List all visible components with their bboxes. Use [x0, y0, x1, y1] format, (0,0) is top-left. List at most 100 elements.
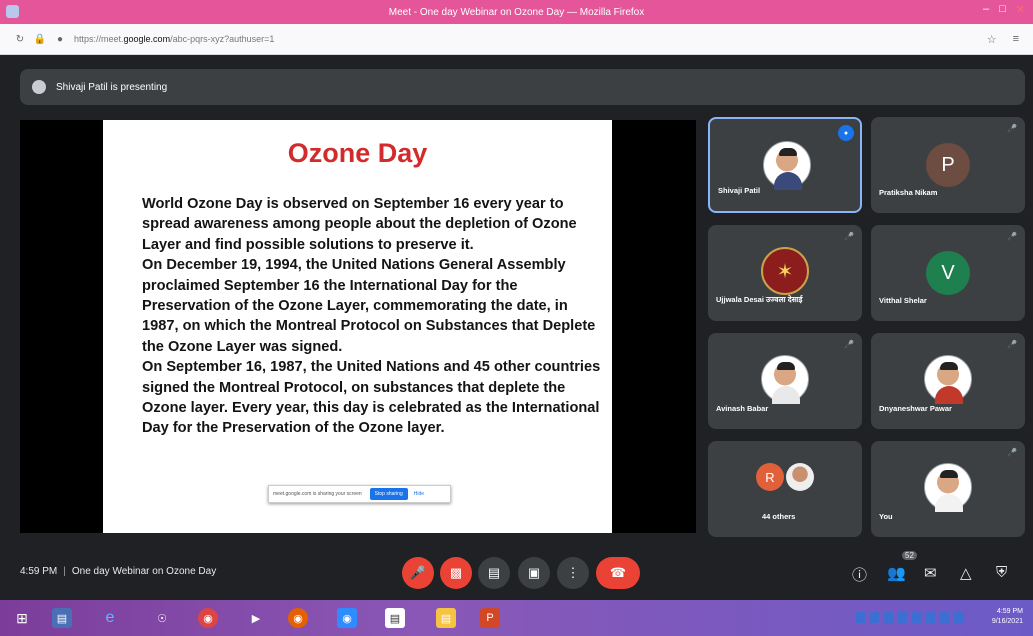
participant-avatar: V: [926, 251, 970, 295]
meeting-info: 4:59 PM | One day Webinar on Ozone Day: [20, 566, 217, 577]
chat-icon[interactable]: ✉: [924, 564, 937, 582]
clock-time: 4:59 PM: [996, 608, 1023, 615]
document-icon[interactable]: ▤: [385, 608, 405, 628]
participant-name: Avinash Babar: [716, 404, 769, 413]
media-player-icon[interactable]: ▶: [246, 608, 266, 628]
lock-icon[interactable]: 🔒: [34, 33, 46, 45]
file-explorer-icon[interactable]: ▤: [436, 608, 456, 628]
participant-tile[interactable]: 🎤 ✶ Ujjwala Desai उज्वला देसाई: [708, 225, 862, 321]
participant-emblem: ✶: [761, 247, 809, 295]
meeting-time: 4:59 PM: [20, 566, 58, 577]
minimize-icon[interactable]: –: [983, 3, 989, 16]
participant-avatar: R: [756, 463, 784, 491]
mic-muted-icon: 🎤: [1007, 124, 1017, 133]
participant-tile[interactable]: R 44 others: [708, 441, 862, 537]
stop-sharing-button[interactable]: Stop sharing: [369, 488, 408, 500]
toast-text: meet.google.com is sharing your screen: [273, 491, 362, 497]
captions-button[interactable]: ▤: [478, 557, 510, 589]
url-field[interactable]: https://meet.google.com/abc-pqrs-xyz?aut…: [74, 34, 274, 44]
meeting-control-bar: 4:59 PM | One day Webinar on Ozone Day 🎤 ▩…: [0, 545, 1033, 600]
meeting-details-icon[interactable]: ⓘ: [852, 564, 867, 585]
more-options-button[interactable]: ⋮: [557, 557, 589, 589]
participant-count-badge: 52: [902, 551, 917, 560]
camera-toggle-button[interactable]: ▩: [440, 557, 472, 589]
task-view-icon[interactable]: ▤: [52, 608, 72, 628]
tray-app-icon[interactable]: [954, 612, 963, 623]
tray-app-icon[interactable]: [912, 612, 921, 623]
participant-tile[interactable]: 🎤 P Pratiksha Nikam: [871, 117, 1025, 213]
firefox-logo-icon: [6, 5, 19, 18]
hide-toast-button[interactable]: Hide: [414, 491, 424, 497]
participant-name: Ujjwala Desai उज्वला देसाई: [716, 295, 803, 304]
present-button[interactable]: ▣: [518, 557, 550, 589]
powerpoint-icon[interactable]: P: [480, 608, 500, 628]
participant-photo: [761, 355, 809, 404]
presenter-avatar: [32, 80, 46, 94]
participant-tile[interactable]: 🎤 Dnyaneshwar Pawar: [871, 333, 1025, 429]
people-icon[interactable]: 👥: [887, 564, 906, 582]
participant-name: Shivaji Patil: [718, 186, 761, 195]
participant-tile[interactable]: ● Shivaji Patil: [708, 117, 862, 213]
bookmark-star-icon[interactable]: ☆: [987, 33, 997, 46]
meeting-title: One day Webinar on Ozone Day: [71, 566, 217, 577]
host-controls-icon[interactable]: ⛨: [996, 564, 1007, 581]
firefox-icon[interactable]: ◉: [288, 608, 308, 628]
tray-app-icon[interactable]: [870, 612, 879, 623]
zoom-icon[interactable]: ◉: [337, 608, 357, 628]
system-tray: [856, 612, 963, 623]
url-domain: google.com: [123, 34, 171, 44]
camera-off-icon: ▩: [449, 565, 463, 580]
chrome-icon[interactable]: ◉: [198, 608, 218, 628]
tray-app-icon[interactable]: [856, 612, 865, 623]
maximize-icon[interactable]: □: [999, 3, 1006, 16]
tray-app-icon[interactable]: [884, 612, 893, 623]
taskbar-clock[interactable]: 4:59 PM 9/16/2021: [992, 607, 1023, 627]
present-screen-icon: ▣: [527, 565, 541, 580]
url-path: /abc-pqrs-xyz?authuser=1: [170, 34, 275, 44]
tray-app-icon[interactable]: [940, 612, 949, 623]
slide-paragraph: World Ozone Day is observed on September…: [142, 196, 577, 253]
participant-name: Vitthal Shelar: [879, 296, 927, 305]
presenting-text: Shivaji Patil is presenting: [56, 81, 168, 93]
hamburger-menu-icon[interactable]: ≡: [1013, 33, 1019, 46]
presentation-stage: Ozone Day World Ozone Day is observed on…: [20, 120, 696, 533]
speaking-indicator-icon: ●: [838, 125, 854, 141]
screen-share-toast: meet.google.com is sharing your screen S…: [268, 485, 451, 503]
participant-tile[interactable]: 🎤 Avinash Babar: [708, 333, 862, 429]
activities-icon[interactable]: △: [960, 564, 972, 582]
mic-toggle-button[interactable]: 🎤: [402, 557, 434, 589]
meet-window: Shivaji Patil is presenting Ozone Day Wo…: [0, 55, 1033, 600]
participant-photo: [786, 463, 814, 491]
participant-avatar: P: [926, 143, 970, 187]
mic-muted-icon: 🎤: [1007, 340, 1017, 349]
reload-icon[interactable]: ↻: [14, 33, 26, 45]
edge-browser-icon[interactable]: e: [100, 608, 120, 628]
participant-photo: [924, 355, 972, 404]
search-icon[interactable]: ☉: [152, 608, 172, 628]
participant-photo: [924, 463, 972, 512]
mic-muted-icon: 🎤: [844, 232, 854, 241]
windows-taskbar: ⊞ ▤ e ☉ ◉ ▶ ◉ ◉ ▤ ▤ P 4:59 PM 9/16/2021: [0, 600, 1033, 636]
participant-tile[interactable]: 🎤 V Vitthal Shelar: [871, 225, 1025, 321]
tray-app-icon[interactable]: [898, 612, 907, 623]
captions-icon: ▤: [487, 565, 501, 580]
mic-muted-icon: 🎤: [1007, 448, 1017, 457]
hang-up-icon: ☎: [609, 565, 627, 580]
close-window-icon[interactable]: ✕: [1016, 3, 1025, 16]
tray-app-icon[interactable]: [926, 612, 935, 623]
mic-muted-icon: 🎤: [844, 340, 854, 349]
participant-tile[interactable]: 🎤 You: [871, 441, 1025, 537]
mic-off-icon: 🎤: [409, 565, 427, 580]
presenting-banner: Shivaji Patil is presenting: [20, 69, 1025, 105]
participant-name: Pratiksha Nikam: [879, 188, 938, 197]
leave-call-button[interactable]: ☎: [596, 557, 640, 589]
camera-permission-icon[interactable]: ●: [54, 33, 66, 45]
slide-title: Ozone Day: [287, 138, 428, 168]
participant-name: 44 others: [762, 512, 796, 521]
participant-name: You: [879, 512, 893, 521]
browser-titlebar: Meet - One day Webinar on Ozone Day — Mo…: [0, 0, 1033, 24]
browser-toolbar-right: ☆ ≡: [987, 33, 1019, 46]
slide-body: World Ozone Day is observed on September…: [142, 194, 602, 439]
mic-muted-icon: 🎤: [1007, 232, 1017, 241]
windows-start-icon[interactable]: ⊞: [12, 608, 32, 628]
